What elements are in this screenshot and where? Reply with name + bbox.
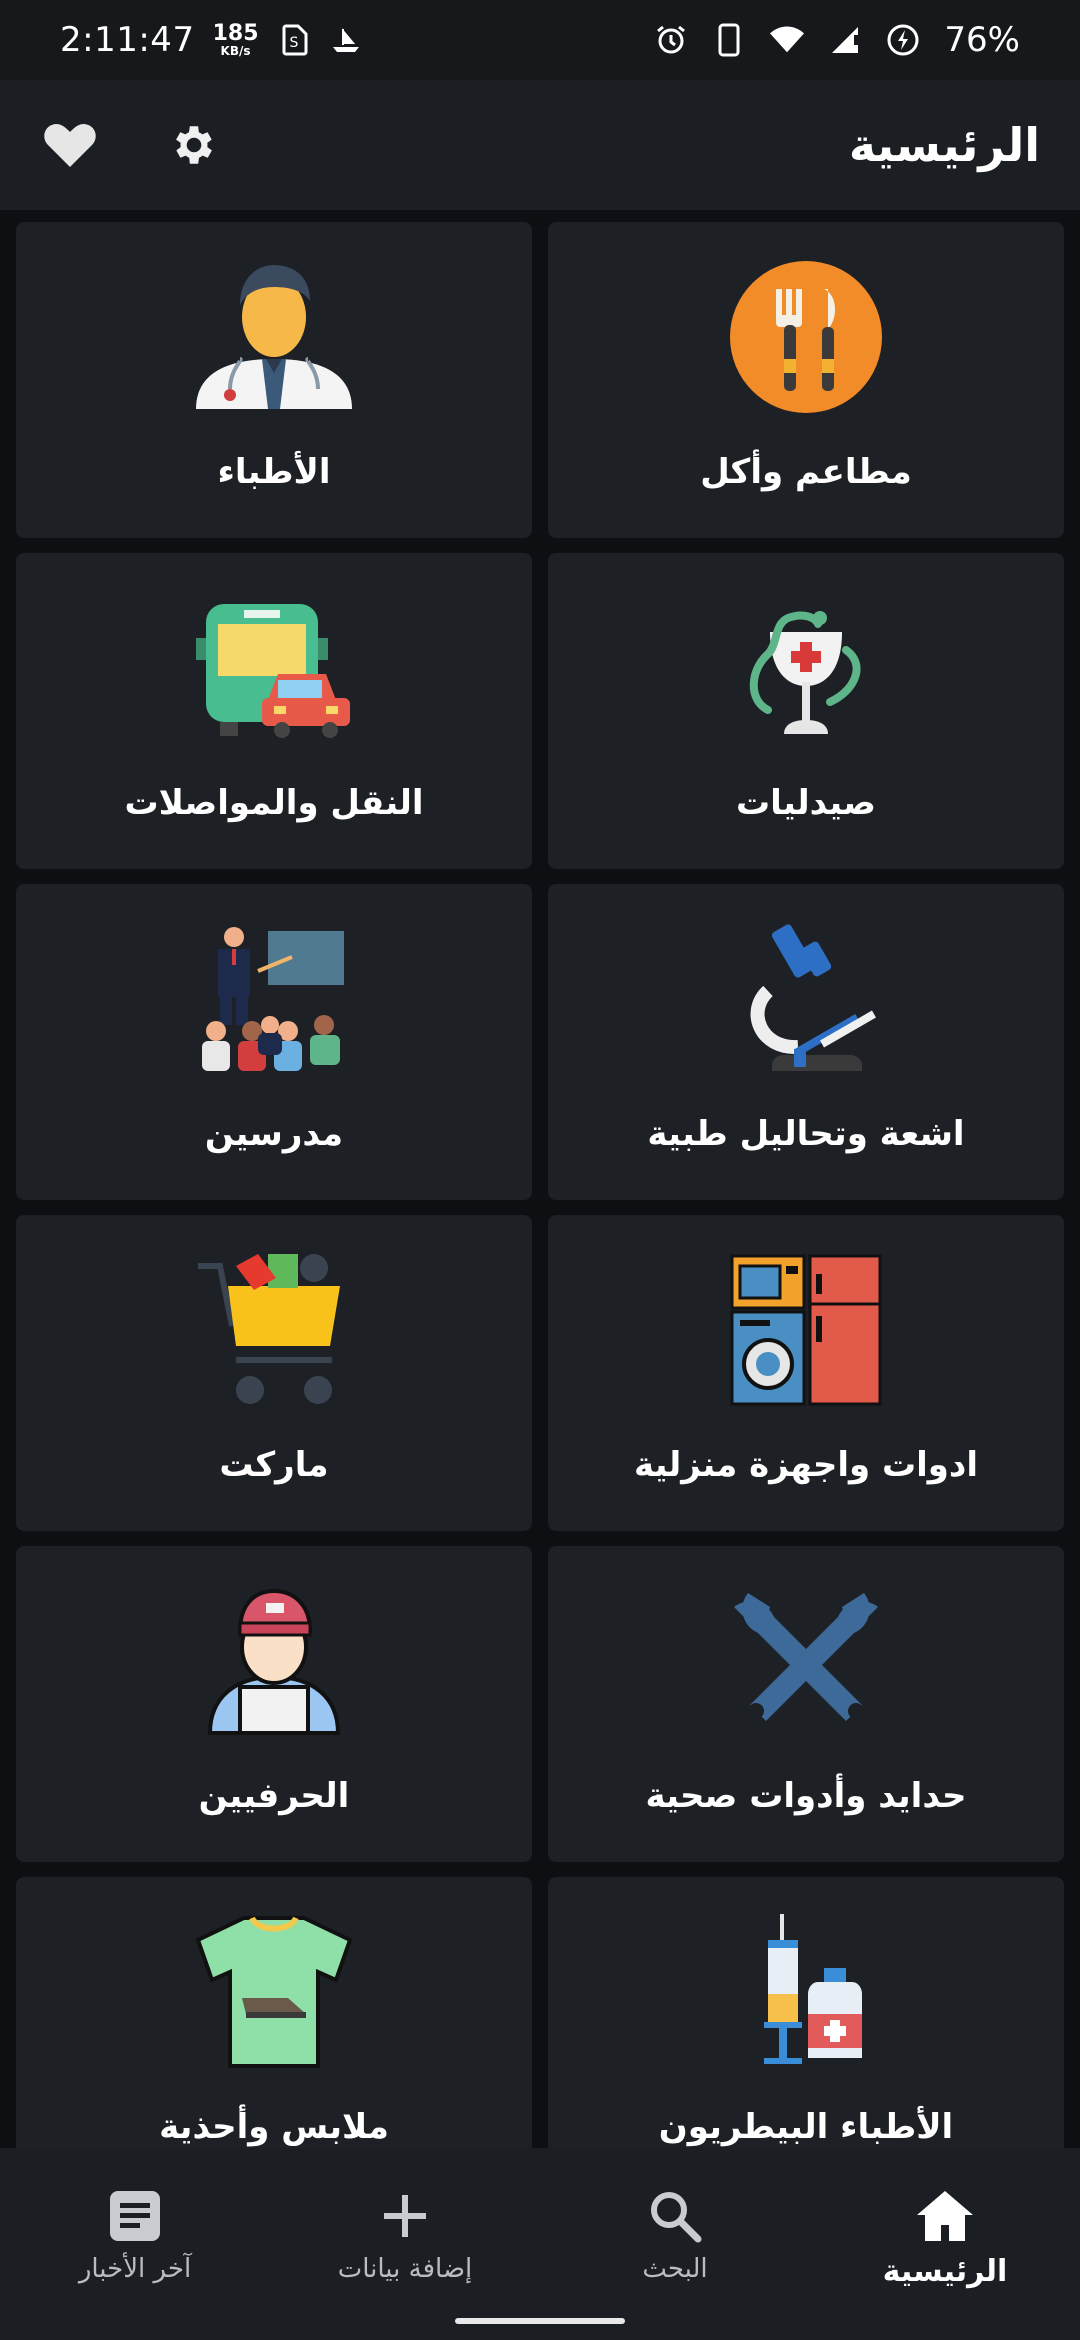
category-label: الأطباء: [217, 452, 331, 492]
settings-button[interactable]: [164, 115, 224, 175]
pharmacy-icon: [726, 588, 886, 748]
doctor-icon: [194, 257, 354, 417]
category-label: ادوات واجهزة منزلية: [633, 1445, 979, 1485]
bottom-navigation: الرئيسية البحث إضافة بيانات آخر الأخبار: [0, 2148, 1080, 2340]
sim-icon: S: [277, 23, 311, 57]
signal-icon: [828, 23, 862, 57]
microscope-icon: [726, 919, 886, 1079]
app-actions: [40, 115, 224, 175]
alarm-icon: [654, 23, 688, 57]
network-speed-value: 185: [212, 21, 259, 46]
craftsman-icon: [194, 1581, 354, 1741]
vet-icon: [726, 1912, 886, 2072]
search-icon: [643, 2184, 707, 2248]
plus-icon: [373, 2184, 437, 2248]
page-title: الرئيسية: [848, 118, 1040, 172]
category-card-vets[interactable]: الأطباء البيطريون: [548, 1877, 1064, 2148]
status-bar: 2:11:47 185 KB/s S 76%: [0, 0, 1080, 80]
phone-icon: [712, 23, 746, 57]
category-card-pharmacies[interactable]: صيدليات: [548, 553, 1064, 869]
nav-home[interactable]: الرئيسية: [810, 2148, 1080, 2340]
gear-icon: [176, 126, 212, 164]
category-grid: مطاعم وأكل الأطباء صيدليات النقل والمواص…: [16, 222, 1064, 2148]
category-card-transport[interactable]: النقل والمواصلات: [16, 553, 532, 869]
category-label: ملابس وأحذية: [159, 2107, 389, 2147]
svg-text:S: S: [289, 35, 298, 51]
nav-label: آخر الأخبار: [78, 2254, 192, 2284]
category-label: مدرسين: [204, 1114, 344, 1154]
battery-saver-icon: [886, 23, 920, 57]
battery-level: 76%: [944, 20, 1020, 60]
category-label: صيدليات: [736, 783, 876, 823]
category-label: الأطباء البيطريون: [658, 2107, 954, 2147]
transport-icon: [194, 588, 354, 748]
heart-icon: [44, 124, 96, 167]
cart-icon: [194, 1250, 354, 1410]
nav-search[interactable]: البحث: [540, 2148, 810, 2340]
news-icon: [103, 2184, 167, 2248]
home-indicator[interactable]: [455, 2318, 625, 2324]
appliances-icon: [726, 1250, 886, 1410]
category-label: ماركت: [219, 1445, 329, 1485]
home-icon: [913, 2184, 977, 2248]
nav-label: البحث: [642, 2254, 708, 2284]
category-label: الحرفيين: [198, 1776, 350, 1816]
app-bar: الرئيسية: [0, 80, 1080, 210]
teacher-icon: [194, 919, 354, 1079]
status-right: 76%: [654, 20, 1020, 60]
category-card-appliances[interactable]: ادوات واجهزة منزلية: [548, 1215, 1064, 1531]
category-card-clothes[interactable]: ملابس وأحذية: [16, 1877, 532, 2148]
category-label: النقل والمواصلات: [124, 783, 424, 823]
category-card-market[interactable]: ماركت: [16, 1215, 532, 1531]
boat-icon: [329, 23, 363, 57]
network-speed: 185 KB/s: [212, 21, 259, 58]
category-label: مطاعم وأكل: [700, 452, 912, 492]
wifi-icon: [770, 23, 805, 57]
status-time: 2:11:47: [60, 20, 195, 60]
clothes-icon: [194, 1912, 354, 2072]
nav-news[interactable]: آخر الأخبار: [0, 2148, 270, 2340]
category-card-doctors[interactable]: الأطباء: [16, 222, 532, 538]
nav-label: إضافة بيانات: [337, 2254, 473, 2284]
restaurant-icon: [726, 257, 886, 417]
status-left: 2:11:47 185 KB/s S: [60, 20, 363, 60]
category-card-teachers[interactable]: مدرسين: [16, 884, 532, 1200]
category-label: حدايد وأدوات صحية: [645, 1776, 967, 1816]
category-card-labs[interactable]: اشعة وتحاليل طبية: [548, 884, 1064, 1200]
category-card-restaurants[interactable]: مطاعم وأكل: [548, 222, 1064, 538]
network-speed-unit: KB/s: [220, 44, 251, 58]
wrench-icon: [726, 1581, 886, 1741]
favorites-button[interactable]: [40, 115, 100, 175]
nav-label: الرئيسية: [882, 2254, 1008, 2289]
category-card-craftsmen[interactable]: الحرفيين: [16, 1546, 532, 1862]
category-label: اشعة وتحاليل طبية: [647, 1114, 965, 1154]
category-card-hardware[interactable]: حدايد وأدوات صحية: [548, 1546, 1064, 1862]
nav-add-data[interactable]: إضافة بيانات: [270, 2148, 540, 2340]
